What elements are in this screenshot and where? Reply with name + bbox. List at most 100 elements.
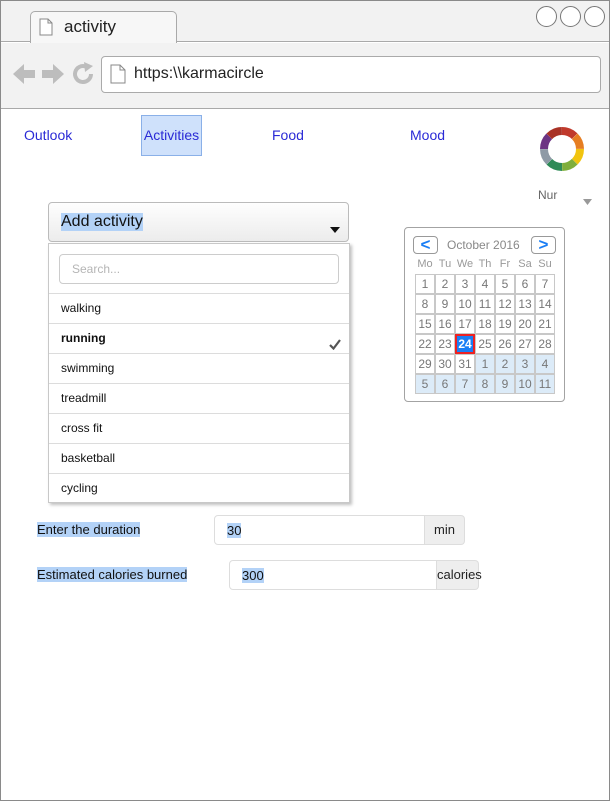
calendar-day[interactable]: 12 bbox=[495, 294, 515, 314]
calendar-day[interactable]: 1 bbox=[415, 274, 435, 294]
calendar-day-today[interactable]: 24 bbox=[455, 334, 475, 354]
page-icon bbox=[110, 64, 126, 89]
calories-label: Estimated calories burned bbox=[37, 567, 188, 582]
calendar-day[interactable]: 6 bbox=[515, 274, 535, 294]
calendar-day[interactable]: 15 bbox=[415, 314, 435, 334]
calendar-day[interactable]: 11 bbox=[535, 374, 555, 394]
calendar-day[interactable]: 27 bbox=[515, 334, 535, 354]
karma-circle-logo-icon bbox=[538, 125, 586, 178]
prev-month-button[interactable]: < bbox=[413, 236, 438, 254]
nav-food[interactable]: Food bbox=[272, 127, 304, 143]
duration-value: 30 bbox=[227, 523, 242, 538]
calendar-day[interactable]: 30 bbox=[435, 354, 455, 374]
browser-tab[interactable]: activity bbox=[30, 11, 177, 43]
calendar-day[interactable]: 4 bbox=[475, 274, 495, 294]
calendar-day[interactable]: 6 bbox=[435, 374, 455, 394]
activity-option-running[interactable]: running bbox=[49, 323, 349, 353]
option-label: cycling bbox=[61, 481, 98, 495]
calendar-day[interactable]: 26 bbox=[495, 334, 515, 354]
calendar-day[interactable]: 29 bbox=[415, 354, 435, 374]
calendar-day[interactable]: 7 bbox=[535, 274, 555, 294]
tab-title: activity bbox=[64, 17, 116, 36]
url-bar[interactable]: https:\\karmacircle bbox=[101, 56, 601, 93]
calendar-day[interactable]: 14 bbox=[535, 294, 555, 314]
nav-activities[interactable]: Activities bbox=[141, 115, 202, 156]
nav-mood[interactable]: Mood bbox=[410, 127, 445, 143]
document-icon bbox=[39, 18, 53, 41]
activity-option-basketball[interactable]: basketball bbox=[49, 443, 349, 473]
url-text: https:\\karmacircle bbox=[134, 65, 264, 82]
calendar-day[interactable]: 13 bbox=[515, 294, 535, 314]
activity-list: walking running swimming treadmill cross… bbox=[49, 293, 349, 503]
activity-option-cross-fit[interactable]: cross fit bbox=[49, 413, 349, 443]
calendar-month-label: October 2016 bbox=[447, 238, 520, 252]
forward-arrow-icon[interactable] bbox=[41, 63, 65, 90]
title-bar: activity bbox=[1, 1, 609, 43]
weekday-header: We bbox=[456, 258, 474, 270]
option-label: walking bbox=[61, 301, 102, 315]
calendar-day[interactable]: 19 bbox=[495, 314, 515, 334]
calendar-day[interactable]: 10 bbox=[515, 374, 535, 394]
nav-outlook[interactable]: Outlook bbox=[24, 127, 72, 143]
calendar-day[interactable]: 2 bbox=[495, 354, 515, 374]
calories-value: 300 bbox=[242, 568, 264, 583]
calendar-day[interactable]: 7 bbox=[455, 374, 475, 394]
back-arrow-icon[interactable] bbox=[12, 63, 36, 90]
reload-icon[interactable] bbox=[71, 62, 95, 91]
calendar-day[interactable]: 8 bbox=[415, 294, 435, 314]
calendar-day[interactable]: 17 bbox=[455, 314, 475, 334]
activity-option-cycling[interactable]: cycling bbox=[49, 473, 349, 503]
add-activity-label: Add activity bbox=[61, 213, 143, 231]
calendar-day[interactable]: 10 bbox=[455, 294, 475, 314]
activity-menu: walking running swimming treadmill cross… bbox=[48, 243, 350, 503]
option-label: running bbox=[61, 331, 106, 345]
calendar-day[interactable]: 25 bbox=[475, 334, 495, 354]
browser-toolbar: https:\\karmacircle bbox=[1, 43, 609, 109]
option-label: treadmill bbox=[61, 391, 107, 405]
maximize-button[interactable] bbox=[560, 6, 581, 27]
calendar-day[interactable]: 9 bbox=[495, 374, 515, 394]
calendar-day[interactable]: 1 bbox=[475, 354, 495, 374]
calories-input[interactable]: 300 bbox=[229, 560, 437, 590]
option-label: basketball bbox=[61, 451, 116, 465]
activity-option-walking[interactable]: walking bbox=[49, 293, 349, 323]
calendar-day[interactable]: 2 bbox=[435, 274, 455, 294]
activity-option-treadmill[interactable]: treadmill bbox=[49, 383, 349, 413]
calendar-day[interactable]: 21 bbox=[535, 314, 555, 334]
weekday-header: Th bbox=[478, 258, 492, 270]
weekday-header: Mo bbox=[417, 258, 433, 270]
minimize-button[interactable] bbox=[536, 6, 557, 27]
calendar-day[interactable]: 23 bbox=[435, 334, 455, 354]
duration-input[interactable]: 30 bbox=[214, 515, 425, 545]
calendar-day[interactable]: 11 bbox=[475, 294, 495, 314]
activity-search-input[interactable] bbox=[59, 254, 339, 284]
calendar-day[interactable]: 5 bbox=[415, 374, 435, 394]
calendar-day[interactable]: 3 bbox=[455, 274, 475, 294]
weekday-header: Fr bbox=[499, 258, 511, 270]
calendar-day[interactable]: 8 bbox=[475, 374, 495, 394]
activity-option-swimming[interactable]: swimming bbox=[49, 353, 349, 383]
add-activity-dropdown[interactable]: Add activity bbox=[48, 202, 349, 242]
calendar-day[interactable]: 5 bbox=[495, 274, 515, 294]
close-button[interactable] bbox=[584, 6, 605, 27]
calendar-day[interactable]: 4 bbox=[535, 354, 555, 374]
weekday-header: Tu bbox=[438, 258, 452, 270]
user-menu-caret-icon[interactable] bbox=[583, 192, 592, 210]
calendar-day[interactable]: 31 bbox=[455, 354, 475, 374]
calendar-day[interactable]: 16 bbox=[435, 314, 455, 334]
calendar-day[interactable]: 28 bbox=[535, 334, 555, 354]
next-month-button[interactable]: > bbox=[531, 236, 556, 254]
weekday-header: Sa bbox=[518, 258, 532, 270]
duration-label: Enter the duration bbox=[37, 522, 141, 537]
user-name[interactable]: Nur bbox=[538, 188, 557, 202]
calendar-day[interactable]: 22 bbox=[415, 334, 435, 354]
weekday-header: Su bbox=[538, 258, 552, 270]
calendar-day[interactable]: 9 bbox=[435, 294, 455, 314]
duration-unit: min bbox=[425, 515, 465, 545]
date-picker: < October 2016 > Mo Tu We Th Fr Sa Su 12345678… bbox=[404, 227, 565, 402]
calories-unit: calories bbox=[437, 560, 482, 590]
option-label: cross fit bbox=[61, 421, 103, 435]
calendar-day[interactable]: 3 bbox=[515, 354, 535, 374]
calendar-day[interactable]: 20 bbox=[515, 314, 535, 334]
calendar-day[interactable]: 18 bbox=[475, 314, 495, 334]
